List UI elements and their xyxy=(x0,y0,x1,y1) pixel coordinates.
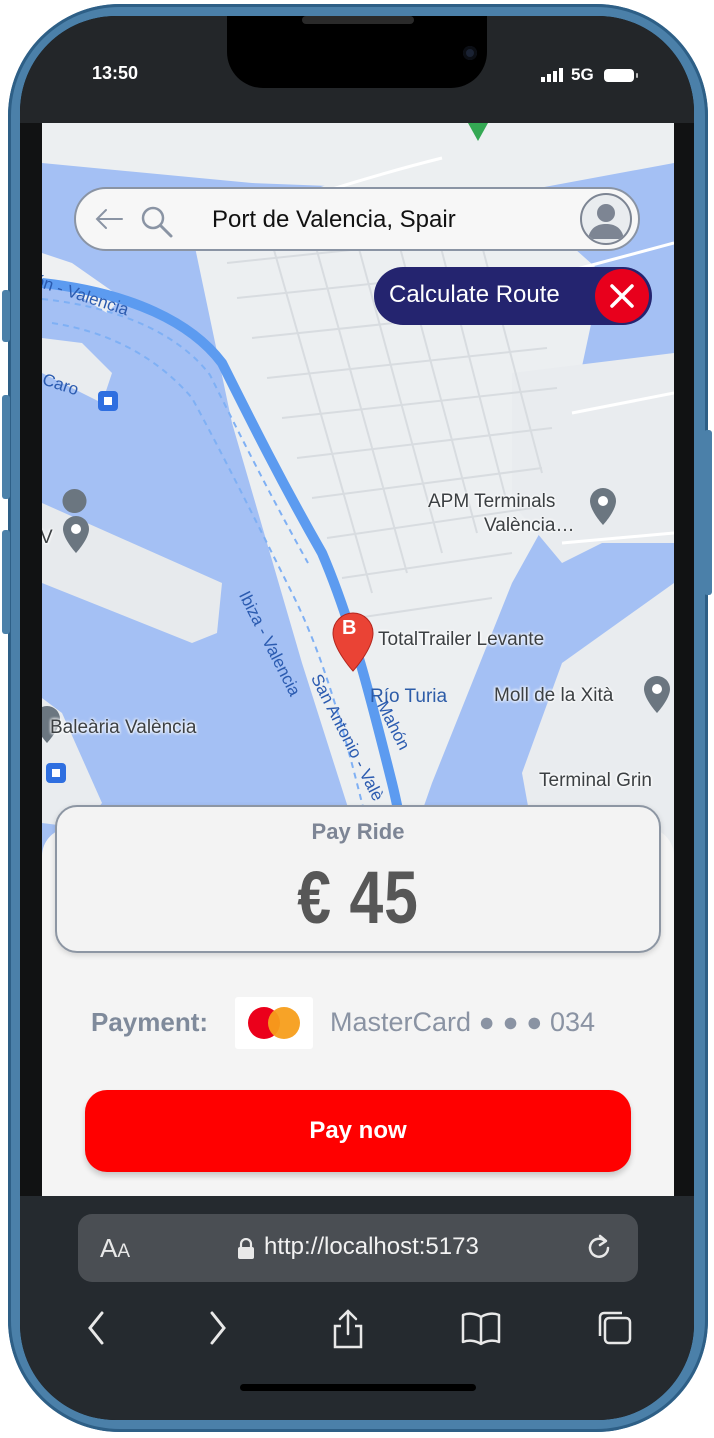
user-icon xyxy=(588,204,624,239)
back-icon[interactable] xyxy=(84,1308,108,1348)
status-time: 13:50 xyxy=(92,63,139,83)
lock-icon xyxy=(238,1238,254,1259)
map-label-balearia: Baleària València xyxy=(50,717,197,738)
map-label-moll: Moll de la Xità xyxy=(494,685,614,706)
map-label-totaltrailer: TotalTrailer Levante xyxy=(378,629,545,650)
url-text[interactable]: http://localhost:5173 xyxy=(264,1233,479,1261)
notch xyxy=(227,16,487,88)
power-button xyxy=(704,430,712,595)
text-size-button[interactable]: AA xyxy=(100,1233,130,1264)
marker-letter: B xyxy=(342,617,357,639)
mastercard-logo xyxy=(235,997,313,1049)
reload-icon[interactable] xyxy=(582,1231,616,1265)
volume-up-button xyxy=(2,395,10,499)
app-screen: B ón - Valencia Caro Ibiza - Valencia Sa… xyxy=(42,123,674,1196)
home-indicator xyxy=(240,1384,476,1391)
bookmarks-icon[interactable] xyxy=(460,1308,502,1348)
network-type: 5G xyxy=(571,65,594,84)
close-icon xyxy=(610,284,634,308)
map-label-apm: APM Terminals xyxy=(428,491,556,512)
map-label-terminal: Terminal Grin xyxy=(539,770,652,791)
battery-icon xyxy=(604,69,638,82)
phone-screen: 13:50 5G B ón - Valencia Caro Ibiza - Va… xyxy=(20,16,694,1420)
search-icon xyxy=(141,206,173,238)
forward-icon[interactable] xyxy=(206,1308,230,1348)
signal-icon xyxy=(541,68,563,82)
map-label-apm-2: València… xyxy=(484,515,575,536)
map-label-v: V xyxy=(42,527,53,548)
search-bar[interactable]: Port de Valencia, Spair xyxy=(74,187,640,251)
avatar[interactable] xyxy=(580,193,632,245)
pay-ride-title: Pay Ride xyxy=(311,819,405,844)
share-icon[interactable] xyxy=(330,1308,366,1350)
camera-icon xyxy=(463,46,477,60)
browser-toolbar: AA http://localhost:5173 xyxy=(20,1196,694,1420)
address-bar[interactable]: AA http://localhost:5173 xyxy=(78,1214,638,1282)
pay-now-button[interactable]: Pay now xyxy=(85,1090,631,1172)
volume-down-button xyxy=(2,530,10,634)
calculate-route-button[interactable]: Calculate Route xyxy=(374,267,652,325)
close-route-button[interactable] xyxy=(595,269,649,323)
ride-amount: € 45 xyxy=(297,856,419,939)
calculate-route-label: Calculate Route xyxy=(389,281,560,308)
pay-ride-card: Pay Ride € 45 xyxy=(55,805,661,953)
search-input[interactable]: Port de Valencia, Spair xyxy=(212,206,484,234)
payment-label: Payment: xyxy=(91,1007,209,1037)
tabs-icon[interactable] xyxy=(596,1308,634,1348)
silent-switch xyxy=(2,290,10,342)
speaker xyxy=(302,16,414,24)
card-info[interactable]: MasterCard ● ● ● 034 xyxy=(330,1007,595,1038)
map-label-rio-turia: Río Turia xyxy=(370,686,448,707)
back-arrow-icon[interactable] xyxy=(94,207,124,231)
